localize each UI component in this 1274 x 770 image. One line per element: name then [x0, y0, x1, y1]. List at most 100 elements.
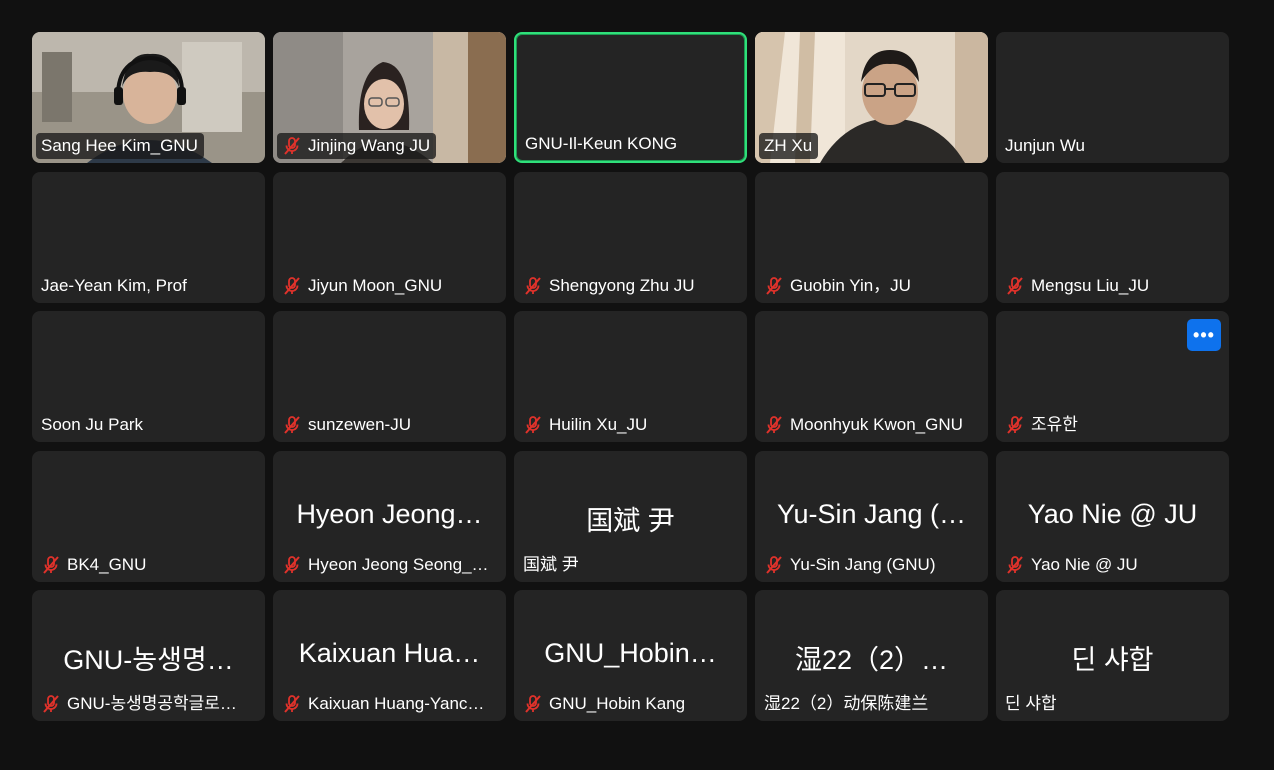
participant-name-label: Soon Ju Park — [36, 412, 149, 438]
muted-microphone-icon — [764, 555, 784, 575]
participant-display-name: 딘 샤합 — [1071, 645, 1154, 675]
participant-name: GNU_Hobin Kang — [549, 694, 686, 713]
participant-tile[interactable]: 国斌 尹国斌 尹 — [514, 451, 747, 582]
participant-tile[interactable]: Moonhyuk Kwon_GNU — [755, 311, 988, 442]
participant-display-name: Hyeon Jeong… — [296, 499, 483, 529]
muted-microphone-icon — [764, 276, 784, 296]
participant-name: Guobin Yin，JU — [790, 276, 911, 295]
participant-tile[interactable]: Sang Hee Kim_GNU — [32, 32, 265, 163]
muted-microphone-icon — [523, 276, 543, 296]
participant-name-label: 딘 샤합 — [1000, 691, 1063, 717]
participant-name: 国斌 尹 — [523, 555, 579, 574]
participant-name: sunzewen-JU — [308, 415, 411, 434]
participant-tile[interactable]: Yao Nie @ JU Yao Nie @ JU — [996, 451, 1229, 582]
participant-name: Yu-Sin Jang (GNU) — [790, 555, 936, 574]
participant-tile[interactable]: Soon Ju Park — [32, 311, 265, 442]
participant-tile[interactable]: Huilin Xu_JU — [514, 311, 747, 442]
muted-microphone-icon — [764, 415, 784, 435]
participant-name-label: Yu-Sin Jang (GNU) — [759, 552, 942, 578]
participant-name-label: Jae-Yean Kim, Prof — [36, 273, 193, 299]
participant-name: Soon Ju Park — [41, 415, 144, 434]
participant-name-label: 国斌 尹 — [518, 552, 585, 578]
participant-tile[interactable]: Kaixuan Hua… Kaixuan Huang-Yanc… — [273, 590, 506, 721]
muted-microphone-icon — [523, 694, 543, 714]
participant-name: Jiyun Moon_GNU — [308, 276, 443, 295]
participant-tile[interactable]: 딘 샤합 딘 샤합 — [996, 590, 1229, 721]
participant-name-label: Kaixuan Huang-Yanc… — [277, 691, 490, 717]
participant-tile[interactable]: Mengsu Liu_JU — [996, 172, 1229, 303]
participant-name-label: sunzewen-JU — [277, 412, 417, 438]
participant-name: Jae-Yean Kim, Prof — [41, 276, 187, 295]
muted-microphone-icon — [523, 415, 543, 435]
participant-display-name: Yu-Sin Jang (… — [776, 499, 967, 529]
participant-name: 딘 샤합 — [1005, 694, 1057, 713]
participant-tile[interactable]: Shengyong Zhu JU — [514, 172, 747, 303]
muted-microphone-icon — [282, 136, 302, 156]
participant-name-label: BK4_GNU — [36, 552, 152, 578]
participant-display-name: GNU-농생명… — [63, 645, 234, 675]
participant-name-label: Guobin Yin，JU — [759, 273, 917, 299]
participant-tile[interactable]: GNU-농생명… GNU-농생명공학글로컬… — [32, 590, 265, 721]
participant-name: ZH Xu — [764, 136, 813, 155]
participant-tile[interactable]: BK4_GNU — [32, 451, 265, 582]
participant-name: GNU-Il-Keun KONG — [525, 134, 678, 153]
participant-name-label: GNU-Il-Keun KONG — [520, 131, 683, 157]
muted-microphone-icon — [282, 415, 302, 435]
muted-microphone-icon — [1005, 555, 1025, 575]
participant-name: 조유한 — [1031, 415, 1078, 434]
participant-name: Mengsu Liu_JU — [1031, 276, 1150, 295]
participant-tile[interactable]: sunzewen-JU — [273, 311, 506, 442]
participant-display-name: Kaixuan Hua… — [298, 638, 481, 668]
participant-tile[interactable]: Jiyun Moon_GNU — [273, 172, 506, 303]
more-options-button[interactable]: ••• — [1187, 319, 1221, 351]
participant-name-label: 湿22（2）动保陈建兰 — [759, 691, 934, 717]
participant-name: Moonhyuk Kwon_GNU — [790, 415, 963, 434]
participant-display-name: 湿22（2）… — [794, 645, 949, 675]
participant-name: Jinjing Wang JU — [308, 136, 431, 155]
participant-name: Sang Hee Kim_GNU — [41, 136, 198, 155]
participant-tile[interactable]: Yu-Sin Jang (… Yu-Sin Jang (GNU) — [755, 451, 988, 582]
participant-display-name: Yao Nie @ JU — [1027, 499, 1198, 529]
participant-name-label: Hyeon Jeong Seong_… — [277, 552, 495, 578]
participant-name: GNU-농생명공학글로컬… — [67, 694, 250, 713]
participant-name-label: Sang Hee Kim_GNU — [36, 133, 204, 159]
participant-name: Shengyong Zhu JU — [549, 276, 695, 295]
participant-name: Kaixuan Huang-Yanc… — [308, 694, 485, 713]
participant-name-label: Shengyong Zhu JU — [518, 273, 701, 299]
participant-tile[interactable]: Jinjing Wang JU — [273, 32, 506, 163]
participant-name-label: ZH Xu — [759, 133, 819, 159]
muted-microphone-icon — [282, 694, 302, 714]
participant-tile[interactable]: Jae-Yean Kim, Prof — [32, 172, 265, 303]
muted-microphone-icon — [282, 555, 302, 575]
participant-name-label: Huilin Xu_JU — [518, 412, 653, 438]
participant-tile[interactable]: ZH Xu — [755, 32, 988, 163]
participant-name-label: Junjun Wu — [1000, 133, 1091, 159]
participant-name-label: Jiyun Moon_GNU — [277, 273, 448, 299]
participant-tile[interactable]: 조유한 ••• — [996, 311, 1229, 442]
participant-name-label: GNU-농생명공학글로컬… — [36, 691, 256, 717]
participant-tile[interactable]: Guobin Yin，JU — [755, 172, 988, 303]
muted-microphone-icon — [1005, 276, 1025, 296]
participant-name-label: Yao Nie @ JU — [1000, 552, 1144, 578]
participant-name-label: GNU_Hobin Kang — [518, 691, 691, 717]
participant-name-label: Mengsu Liu_JU — [1000, 273, 1155, 299]
participant-name-label: 조유한 — [1000, 412, 1084, 438]
muted-microphone-icon — [41, 555, 61, 575]
participant-name: Huilin Xu_JU — [549, 415, 648, 434]
participant-name: Hyeon Jeong Seong_… — [308, 555, 489, 574]
participant-tile[interactable]: GNU_Hobin… GNU_Hobin Kang — [514, 590, 747, 721]
participant-tile[interactable]: 湿22（2）… 湿22（2）动保陈建兰 — [755, 590, 988, 721]
participant-name: Yao Nie @ JU — [1031, 555, 1138, 574]
muted-microphone-icon — [41, 694, 61, 714]
muted-microphone-icon — [282, 276, 302, 296]
participant-name-label: Moonhyuk Kwon_GNU — [759, 412, 969, 438]
participant-tile[interactable]: Junjun Wu — [996, 32, 1229, 163]
participant-tile[interactable]: Hyeon Jeong… Hyeon Jeong Seong_… — [273, 451, 506, 582]
participant-name: Junjun Wu — [1005, 136, 1086, 155]
participant-display-name: GNU_Hobin… — [544, 638, 717, 668]
participant-name-label: Jinjing Wang JU — [277, 133, 437, 159]
participant-tile[interactable]: GNU-Il-Keun KONG — [514, 32, 747, 163]
participant-name: BK4_GNU — [67, 555, 147, 574]
participant-display-name: 国斌 尹 — [586, 506, 675, 536]
muted-microphone-icon — [1005, 415, 1025, 435]
